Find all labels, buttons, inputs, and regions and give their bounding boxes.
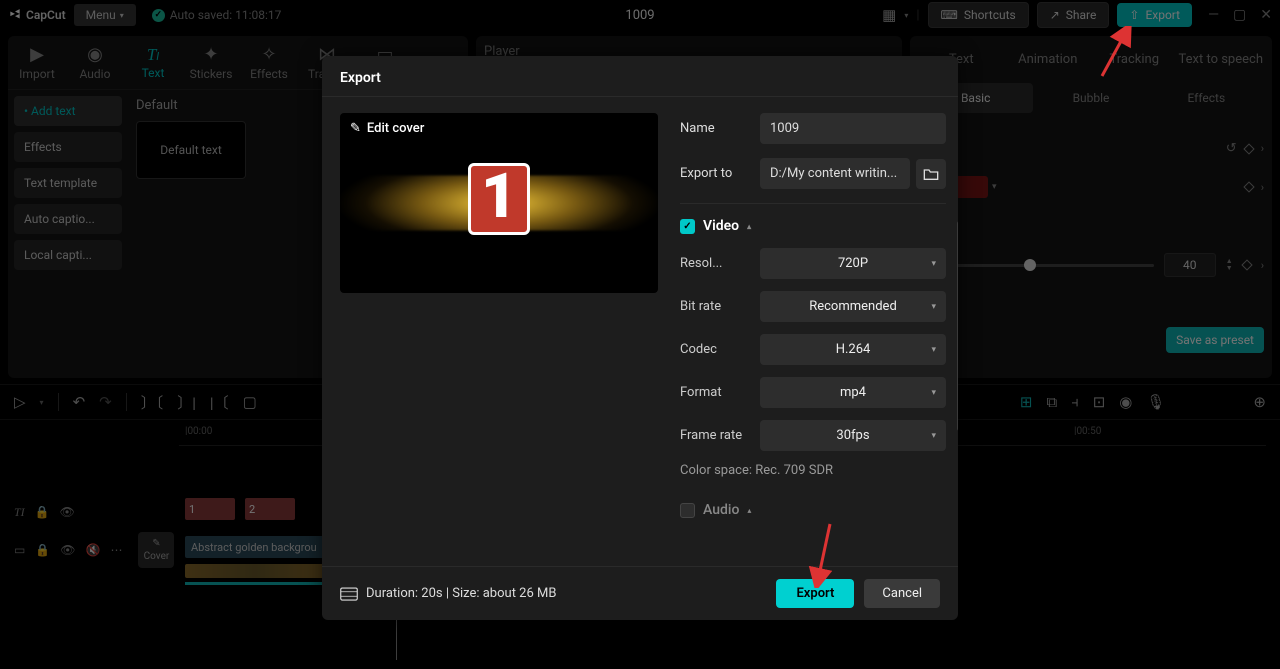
export-to-label: Export to [680,166,748,181]
resolution-select[interactable]: 720P▾ [760,248,946,279]
cover-preview: ✎ Edit cover 1 [340,113,658,293]
audio-section-header[interactable]: Audio ▴ [680,502,946,518]
name-label: Name [680,121,748,136]
export-button[interactable]: Export [776,579,854,608]
pencil-icon: ✎ [350,121,361,136]
framerate-label: Frame rate [680,428,748,443]
browse-folder-button[interactable] [916,159,946,189]
export-modal: Export ✎ Edit cover 1 Name Export to D:/… [322,56,958,620]
chevron-down-icon: ▾ [931,388,936,398]
chevron-down-icon: ▾ [931,302,936,312]
chevron-down-icon: ▾ [931,431,936,441]
name-input[interactable] [760,113,946,144]
codec-select[interactable]: H.264▾ [760,334,946,365]
chevron-down-icon: ▾ [931,345,936,355]
cancel-button[interactable]: Cancel [864,579,940,608]
chevron-down-icon: ▾ [931,259,936,269]
video-checkbox[interactable]: ✓ [680,219,695,234]
format-select[interactable]: mp4▾ [760,377,946,408]
bitrate-select[interactable]: Recommended▾ [760,291,946,322]
film-icon [340,587,358,601]
modal-title: Export [322,56,958,97]
format-label: Format [680,385,748,400]
chevron-up-icon: ▴ [747,222,751,231]
scrollbar[interactable] [957,221,958,431]
audio-checkbox[interactable] [680,503,695,518]
folder-icon [923,167,939,181]
cover-number: 1 [468,163,530,235]
resolution-label: Resol... [680,256,748,271]
chevron-up-icon: ▴ [747,506,751,515]
export-path[interactable]: D:/My content writin... [760,158,910,189]
bitrate-label: Bit rate [680,299,748,314]
edit-cover-button[interactable]: ✎ Edit cover [350,121,424,136]
framerate-select[interactable]: 30fps▾ [760,420,946,451]
colorspace-note: Color space: Rec. 709 SDR [680,463,946,478]
export-info: Duration: 20s | Size: about 26 MB [340,586,556,601]
video-section-header[interactable]: ✓ Video ▴ [680,218,946,234]
codec-label: Codec [680,342,748,357]
